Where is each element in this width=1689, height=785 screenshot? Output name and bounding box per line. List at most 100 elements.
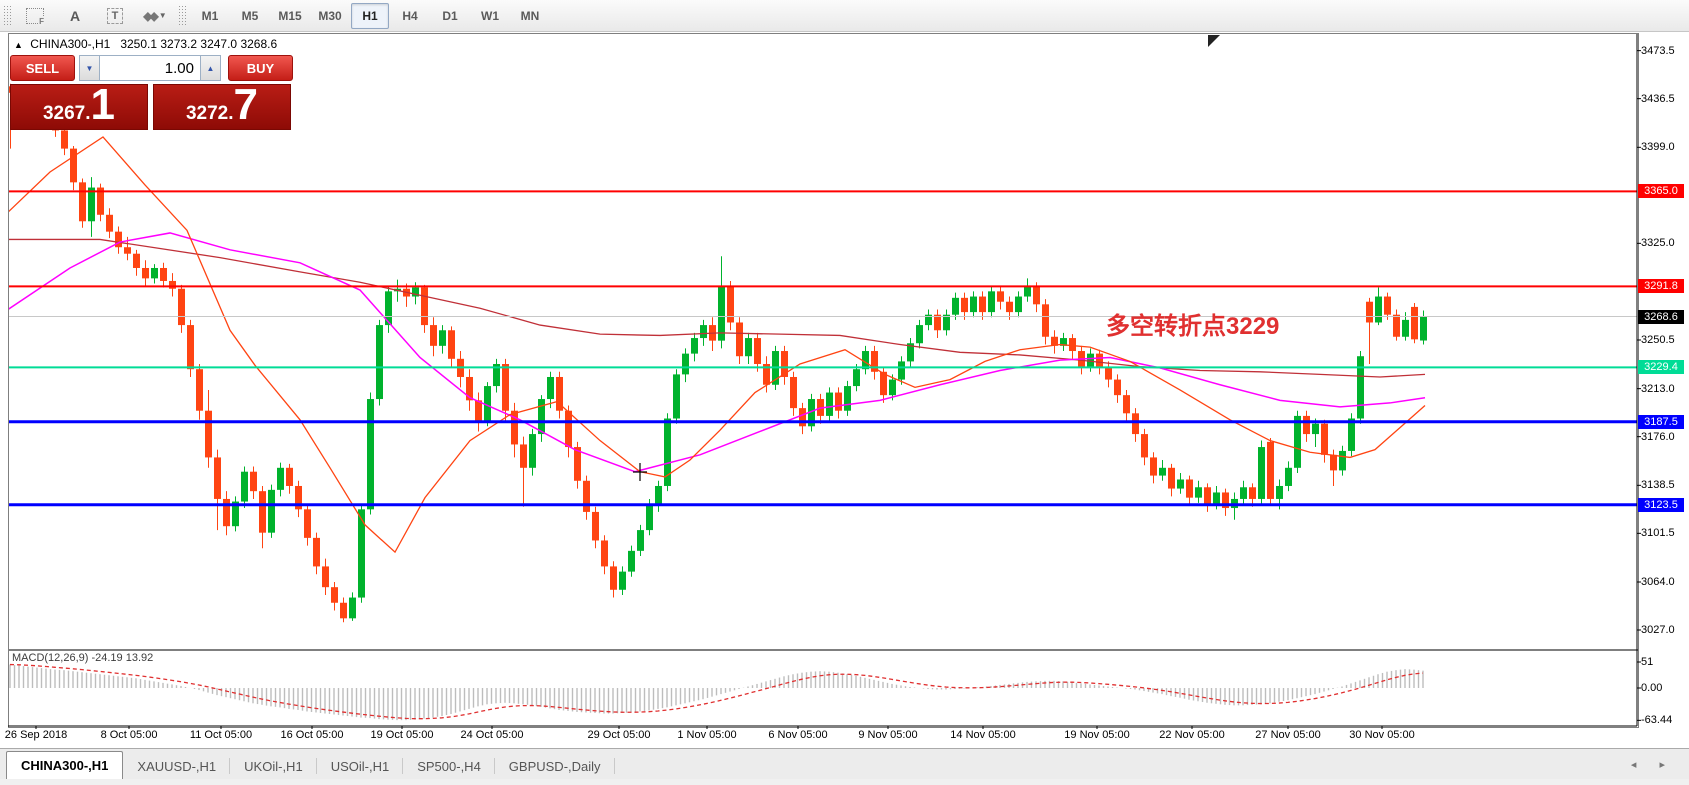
ma-line — [9, 232, 1426, 473]
time-axis-label: 19 Nov 05:00 — [1064, 729, 1130, 741]
candle-body — [655, 485, 662, 505]
collapse-arrow-icon[interactable]: ▲ — [14, 40, 23, 50]
candle-body — [673, 374, 680, 419]
candle-body — [1258, 447, 1265, 499]
candle-body — [1168, 467, 1175, 489]
time-axis-label: 30 Nov 05:00 — [1349, 729, 1415, 741]
candle-body — [1285, 467, 1292, 486]
candle-body — [241, 471, 248, 502]
candle-body — [736, 322, 743, 357]
candle-body — [1159, 467, 1166, 476]
sell-price-tile[interactable]: 3267. 1 — [10, 80, 148, 130]
price-line-label-3123.5: 3123.5 — [1638, 497, 1684, 512]
sell-button[interactable]: SELL — [10, 55, 75, 81]
candle-body — [88, 187, 95, 222]
candle-body — [700, 325, 707, 339]
candle-body — [1294, 415, 1301, 468]
time-axis-label: 11 Oct 05:00 — [189, 729, 253, 741]
ohlc-values: 3250.1 3273.2 3247.0 3268.6 — [120, 37, 278, 51]
candle-body — [1267, 441, 1274, 499]
candle-body — [592, 511, 599, 541]
candle-body — [1114, 379, 1121, 396]
candle-body — [196, 369, 203, 411]
candle-body — [142, 267, 149, 279]
candle-body — [187, 325, 194, 370]
candle-body — [889, 379, 896, 396]
price-line-label-3187.5: 3187.5 — [1638, 414, 1684, 429]
candle-body — [997, 291, 1004, 302]
candle-body — [1240, 487, 1247, 499]
time-axis-label: 14 Nov 05:00 — [950, 729, 1016, 741]
candle-body — [178, 288, 185, 326]
candle-body — [250, 471, 257, 492]
candle-body — [430, 325, 437, 346]
buy-button[interactable]: BUY — [228, 55, 293, 81]
candle-body — [1105, 366, 1112, 380]
volume-increase-button[interactable]: ▲ — [200, 55, 221, 81]
candle-body — [610, 566, 617, 590]
candle-body — [1096, 353, 1103, 367]
macd-indicator-label: MACD(12,26,9) -24.19 13.92 — [12, 652, 154, 664]
candle-body — [619, 571, 626, 590]
price-line-label-3365.0: 3365.0 — [1638, 184, 1684, 199]
candle-body — [1402, 319, 1409, 337]
candle-body — [943, 314, 950, 331]
candle-body — [520, 444, 527, 468]
candle-body — [376, 325, 383, 400]
time-axis-label: 8 Oct 05:00 — [100, 729, 158, 741]
candle-body — [1033, 286, 1040, 305]
candle-body — [961, 297, 968, 313]
candle-body — [1411, 306, 1418, 340]
buy-price-big-digit: 7 — [233, 80, 259, 129]
candle-body — [1195, 487, 1202, 498]
candle-body — [1213, 492, 1220, 505]
candle-body — [853, 369, 860, 387]
candle-body — [934, 314, 941, 331]
price-line-label-3229.4: 3229.4 — [1638, 360, 1684, 375]
candle-body — [1132, 413, 1139, 435]
candle-body — [169, 280, 176, 289]
candle-body — [151, 267, 158, 279]
candle-body — [1321, 423, 1328, 455]
candle-body — [1375, 296, 1382, 323]
candle-body — [1177, 479, 1184, 489]
candle-body — [745, 338, 752, 357]
candle-body — [970, 296, 977, 313]
price-line-label-3268.6: 3268.6 — [1638, 309, 1684, 324]
candle-body — [331, 587, 338, 603]
candle-body — [628, 550, 635, 572]
candle-body — [133, 253, 140, 268]
candle-body — [646, 504, 653, 531]
candle-body — [1249, 487, 1256, 499]
time-axis-label: 6 Nov 05:00 — [768, 729, 828, 741]
candle-body — [682, 353, 689, 375]
main-plot-area — [9, 83, 1427, 623]
candle-body — [1069, 338, 1076, 352]
candle-body — [223, 498, 230, 527]
candle-body — [448, 330, 455, 359]
time-axis-label: 29 Oct 05:00 — [587, 729, 651, 741]
one-click-trading-panel: SELL ▼ ▲ BUY 3267.1 3272.7 — [10, 55, 293, 130]
candle-body — [1015, 296, 1022, 313]
candle-body — [205, 410, 212, 458]
volume-input[interactable] — [100, 55, 200, 81]
candle-body — [322, 566, 329, 588]
candle-body — [214, 457, 221, 499]
candle-body — [727, 286, 734, 323]
candle-body — [349, 597, 356, 619]
candle-body — [421, 287, 428, 326]
chart-annotation-text: 多空转折点3229 — [1106, 313, 1280, 340]
candle-body — [1186, 479, 1193, 498]
sell-price-big-digit: 1 — [90, 80, 116, 129]
time-axis-label: 1 Nov 05:00 — [677, 729, 737, 741]
scroll-marker-icon[interactable] — [1208, 35, 1220, 47]
candle-body — [754, 338, 761, 365]
volume-decrease-button[interactable]: ▼ — [79, 55, 100, 81]
buy-price-tile[interactable]: 3272. 7 — [153, 80, 291, 130]
cross-marker-icon[interactable] — [633, 463, 647, 481]
price-line-label-3291.8: 3291.8 — [1638, 279, 1684, 294]
time-axis-label: 26 Sep 2018 — [4, 729, 68, 741]
candle-body — [79, 182, 86, 222]
candle-body — [1204, 487, 1211, 505]
candle-body — [790, 376, 797, 409]
